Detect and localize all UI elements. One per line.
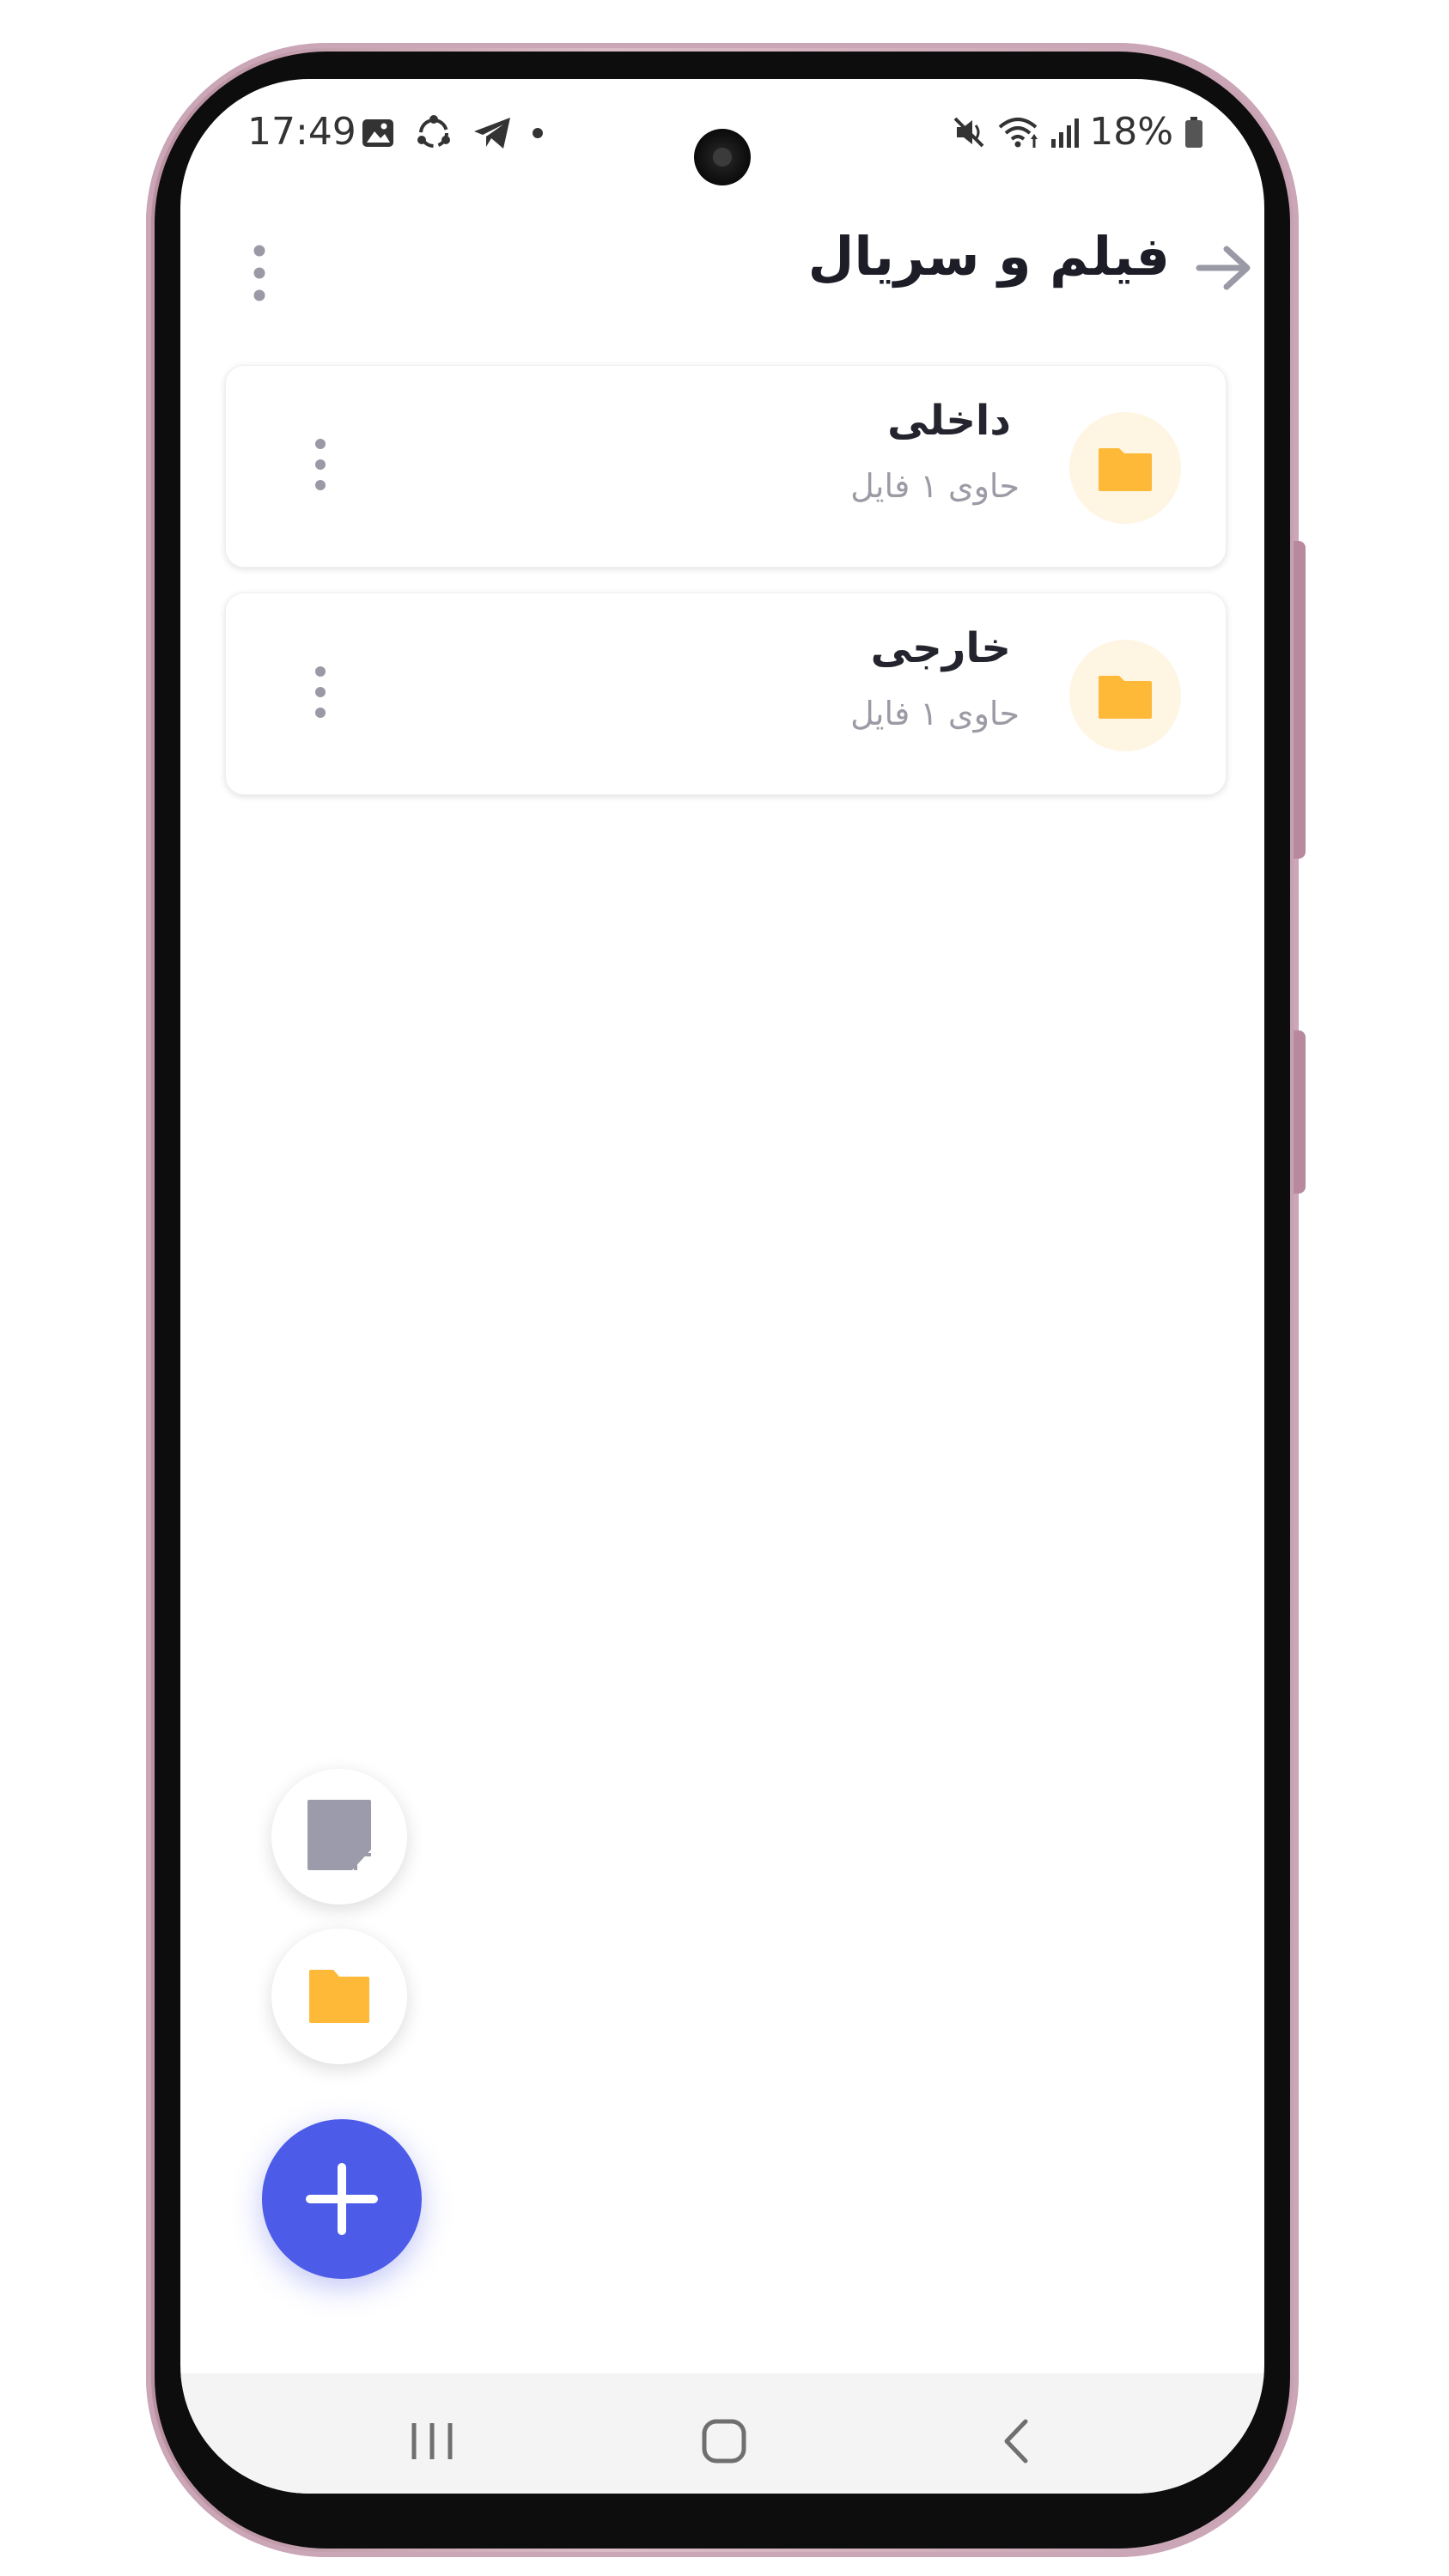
- folder-card[interactable]: خارجی حاوی ۱ فایل: [225, 592, 1227, 795]
- volume-button: [1294, 541, 1306, 859]
- screen: 17:49 18% فیلم و سریال داخلی حاوی ۱ فایل…: [180, 79, 1264, 2494]
- status-time: 17:49: [247, 110, 356, 154]
- folder-file-count: حاوی ۱ فایل: [850, 467, 1020, 505]
- more-vert-icon[interactable]: [312, 436, 329, 493]
- folder-icon-badge: [1069, 640, 1181, 751]
- dot-icon: [533, 128, 543, 138]
- folder-icon: [309, 1970, 369, 2023]
- system-nav-bar: [180, 2373, 1264, 2494]
- folder-file-count: حاوی ۱ فایل: [850, 695, 1020, 732]
- folder-icon: [1099, 676, 1152, 719]
- more-vert-icon[interactable]: [249, 242, 270, 304]
- image-icon: [362, 119, 393, 147]
- more-vert-icon[interactable]: [312, 664, 329, 720]
- wifi-icon: [998, 117, 1038, 148]
- folder-card[interactable]: داخلی حاوی ۱ فایل: [225, 365, 1227, 568]
- note-icon: [307, 1800, 371, 1870]
- arrow-right-icon[interactable]: [1194, 242, 1254, 294]
- power-button: [1294, 1030, 1306, 1194]
- status-bar: 17:49 18%: [180, 105, 1264, 185]
- front-camera: [694, 129, 751, 185]
- plus-icon: [306, 2163, 378, 2235]
- page-title: فیلم و سریال: [807, 225, 1170, 288]
- folder-icon: [1099, 448, 1152, 491]
- add-button[interactable]: [262, 2119, 422, 2279]
- battery-percent: 18%: [1089, 110, 1173, 154]
- folder-name: خارجی: [870, 624, 1011, 672]
- app-bar: فیلم و سریال: [180, 199, 1264, 328]
- mute-icon: [953, 117, 984, 147]
- signal-icon: [1051, 118, 1080, 148]
- new-note-button[interactable]: [271, 1769, 407, 1905]
- new-folder-button[interactable]: [271, 1929, 407, 2064]
- status-right: 18%: [952, 110, 1204, 154]
- recent-apps-icon[interactable]: [402, 2411, 462, 2471]
- back-icon[interactable]: [986, 2411, 1046, 2471]
- folder-icon-badge: [1069, 412, 1181, 524]
- telegram-icon: [474, 118, 510, 149]
- sync-icon: [417, 115, 450, 148]
- battery-icon: [1185, 116, 1202, 148]
- folder-name: داخلی: [887, 397, 1011, 445]
- home-icon[interactable]: [694, 2411, 754, 2471]
- status-left-icons: [361, 113, 545, 153]
